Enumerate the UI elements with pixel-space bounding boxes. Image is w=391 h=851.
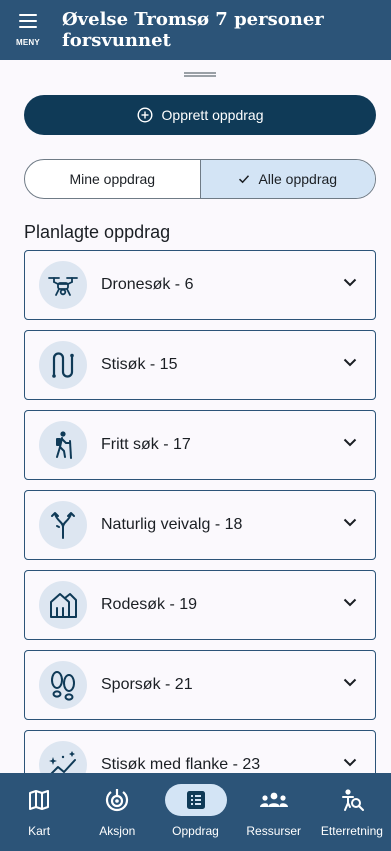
mission-label: Stisøk - 15 [101, 356, 178, 373]
nav-item-aksjon[interactable]: Aksjon [78, 773, 156, 851]
chevron-down-icon [343, 358, 357, 367]
chevron-down-icon [343, 598, 357, 607]
nav-label-ressurser: Ressurser [246, 824, 302, 838]
filter-all-missions-label: Alle oppdrag [258, 171, 338, 187]
mission-card[interactable]: Sporsøk - 21 [24, 650, 376, 720]
drone-icon [39, 261, 87, 309]
map-icon [29, 790, 50, 810]
flank-trail-icon [39, 741, 87, 773]
list-icon [186, 791, 205, 809]
nav-label-kart: Kart [28, 824, 51, 838]
nav-label-oppdrag: Oppdrag [172, 824, 219, 838]
mission-card[interactable]: Rodesøk - 19 [24, 570, 376, 640]
check-icon [239, 175, 250, 184]
chevron-down-icon [343, 678, 357, 687]
add-circle-icon [137, 107, 153, 123]
trail-icon [39, 341, 87, 389]
mission-label: Dronesøk - 6 [101, 276, 194, 293]
people-icon [259, 792, 288, 807]
hiker-icon [39, 421, 87, 469]
create-mission-button[interactable]: Opprett oppdrag [24, 95, 376, 135]
route-fork-icon [39, 501, 87, 549]
nav-label-etterretning: Etterretning [320, 824, 383, 838]
filter-my-missions-label: Mine oppdrag [69, 171, 156, 187]
nav-label-aksjon: Aksjon [99, 824, 136, 838]
mission-label: Rodesøk - 19 [101, 596, 198, 613]
nav-item-ressurser[interactable]: Ressurser [235, 773, 313, 851]
section-title-planned: Planlagte oppdrag [24, 222, 171, 242]
mission-label: Stisøk med flanke - 23 [101, 756, 261, 773]
menu-icon [19, 14, 37, 28]
mission-card[interactable]: Naturlig veivalg - 18 [24, 490, 376, 560]
mission-card[interactable]: Dronesøk - 6 [24, 250, 376, 320]
bottom-navigation: Kart Aksjon Oppdrag Ressurser Etterretni… [0, 773, 391, 851]
mission-card[interactable]: Fritt søk - 17 [24, 410, 376, 480]
mission-label: Fritt søk - 17 [101, 436, 191, 453]
mission-card[interactable]: Stisøk - 15 [24, 330, 376, 400]
mission-card[interactable]: Stisøk med flanke - 23 [24, 730, 376, 773]
nav-item-kart[interactable]: Kart [0, 773, 78, 851]
sheet-drag-handle[interactable] [184, 72, 216, 77]
target-icon [106, 789, 129, 812]
menu-label: MENY [16, 38, 40, 47]
top-app-bar: MENY Øvelse Tromsø 7 personer forsvunnet [0, 0, 391, 60]
filter-all-missions[interactable]: Alle oppdrag [199, 160, 375, 198]
menu-button[interactable]: MENY [8, 10, 48, 54]
nav-item-oppdrag[interactable]: Oppdrag [156, 773, 234, 851]
chevron-down-icon [343, 758, 357, 767]
mission-label: Naturlig veivalg - 18 [101, 516, 243, 533]
search-person-icon [341, 789, 364, 811]
chevron-down-icon [343, 518, 357, 527]
mission-filter-toggle: Mine oppdrag Alle oppdrag [24, 159, 376, 199]
mission-label: Sporsøk - 21 [101, 676, 193, 693]
nav-item-etterretning[interactable]: Etterretning [313, 773, 391, 851]
filter-my-missions[interactable]: Mine oppdrag [25, 160, 200, 198]
mission-sheet: Opprett oppdrag Mine oppdrag Alle oppdra… [0, 60, 391, 773]
chevron-down-icon [343, 438, 357, 447]
page-title: Øvelse Tromsø 7 personer forsvunnet [62, 9, 324, 51]
chevron-down-icon [343, 278, 357, 287]
create-mission-label: Opprett oppdrag [161, 107, 264, 123]
houses-icon [39, 581, 87, 629]
footprints-icon [39, 661, 87, 709]
